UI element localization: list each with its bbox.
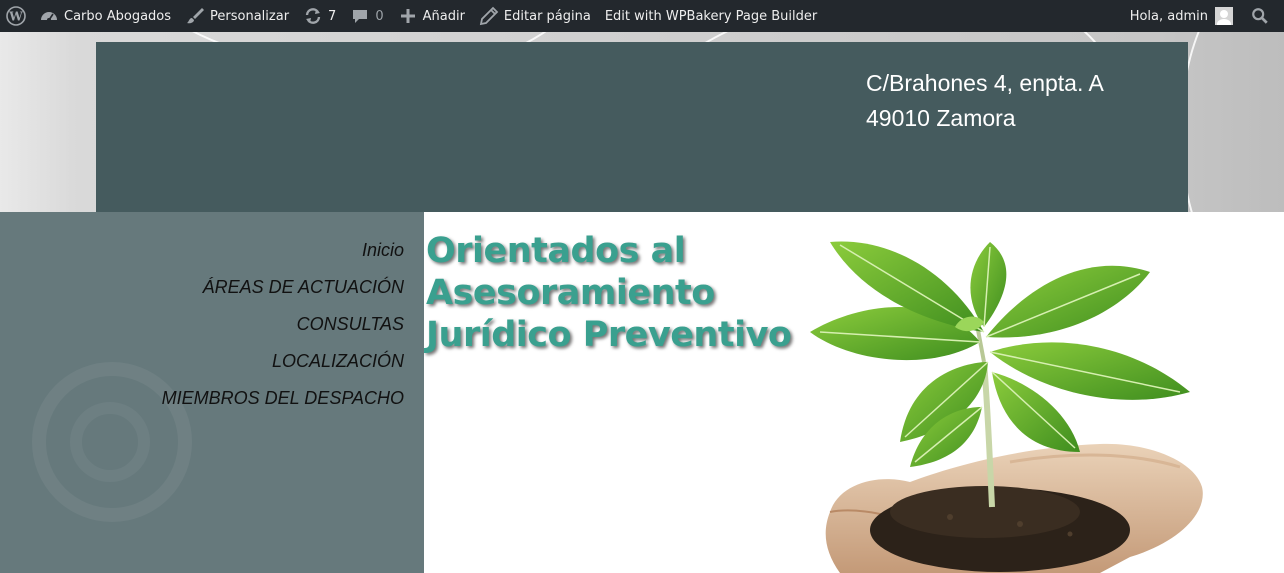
edit-page-label: Editar página xyxy=(503,8,591,24)
nav-item-inicio[interactable]: Inicio xyxy=(162,238,404,275)
wordpress-menu[interactable]: W xyxy=(0,0,32,32)
customize-label: Personalizar xyxy=(210,8,290,24)
address-city: 49010 Zamora xyxy=(866,105,1016,131)
wordpress-logo-icon: W xyxy=(6,6,26,26)
wpbakery-link[interactable]: Edit with WPBakery Page Builder xyxy=(598,0,824,32)
plus-icon xyxy=(398,6,418,26)
sidebar: Inicio ÁREAS DE ACTUACIÓN CONSULTAS LOCA… xyxy=(0,212,424,573)
refresh-icon xyxy=(303,6,323,26)
comment-bubble-icon xyxy=(350,6,370,26)
nav-item-miembros-del-despacho[interactable]: MIEMBROS DEL DESPACHO xyxy=(162,386,404,423)
comments-count: 0 xyxy=(375,8,384,24)
nav-item-consultas[interactable]: CONSULTAS xyxy=(162,312,404,349)
headline-line: Asesoramiento xyxy=(426,273,715,313)
header-address: C/Brahones 4, enpta. A 49010 Zamora xyxy=(866,66,1104,136)
search-button[interactable] xyxy=(1240,0,1284,32)
site-name-link[interactable]: Carbo Abogados xyxy=(32,0,178,32)
headline-line: Orientados al xyxy=(426,231,686,271)
updates-link[interactable]: 7 xyxy=(296,0,343,32)
greeting-label: Hola, admin xyxy=(1129,8,1208,24)
main-navigation: Inicio ÁREAS DE ACTUACIÓN CONSULTAS LOCA… xyxy=(162,238,404,423)
page-headline: Orientados al Asesoramiento Jurídico Pre… xyxy=(426,230,792,356)
new-content-label: Añadir xyxy=(422,8,465,24)
updates-count: 7 xyxy=(328,8,337,24)
edit-page-link[interactable]: Editar página xyxy=(472,0,598,32)
dashboard-icon xyxy=(39,6,59,26)
logo-watermark xyxy=(70,402,150,482)
comments-link[interactable]: 0 xyxy=(343,0,390,32)
address-street: C/Brahones 4, enpta. A xyxy=(866,70,1104,96)
my-account-link[interactable]: Hola, admin xyxy=(1123,0,1240,32)
plant-in-hands-image xyxy=(810,241,1203,573)
paintbrush-icon xyxy=(185,6,205,26)
site-header: C/Brahones 4, enpta. A 49010 Zamora xyxy=(96,42,1188,212)
customize-link[interactable]: Personalizar xyxy=(178,0,296,32)
svg-text:W: W xyxy=(8,10,23,24)
admin-toolbar: W Carbo Abogados Personalizar 7 0 Añadir… xyxy=(0,0,1284,32)
wpbakery-label: Edit with WPBakery Page Builder xyxy=(604,8,818,24)
new-content-link[interactable]: Añadir xyxy=(391,0,472,32)
main-content: Orientados al Asesoramiento Jurídico Pre… xyxy=(424,212,1284,573)
nav-item-localizacion[interactable]: LOCALIZACIÓN xyxy=(162,349,404,386)
background-swirl xyxy=(1180,32,1284,212)
search-icon xyxy=(1250,6,1270,26)
nav-item-areas-de-actuacion[interactable]: ÁREAS DE ACTUACIÓN xyxy=(162,275,404,312)
site-name-label: Carbo Abogados xyxy=(64,8,172,24)
user-avatar-icon xyxy=(1215,7,1233,25)
adminbar-secondary: Hola, admin xyxy=(1123,0,1284,32)
pencil-icon xyxy=(479,6,499,26)
headline-line: Jurídico Preventivo xyxy=(426,315,792,355)
